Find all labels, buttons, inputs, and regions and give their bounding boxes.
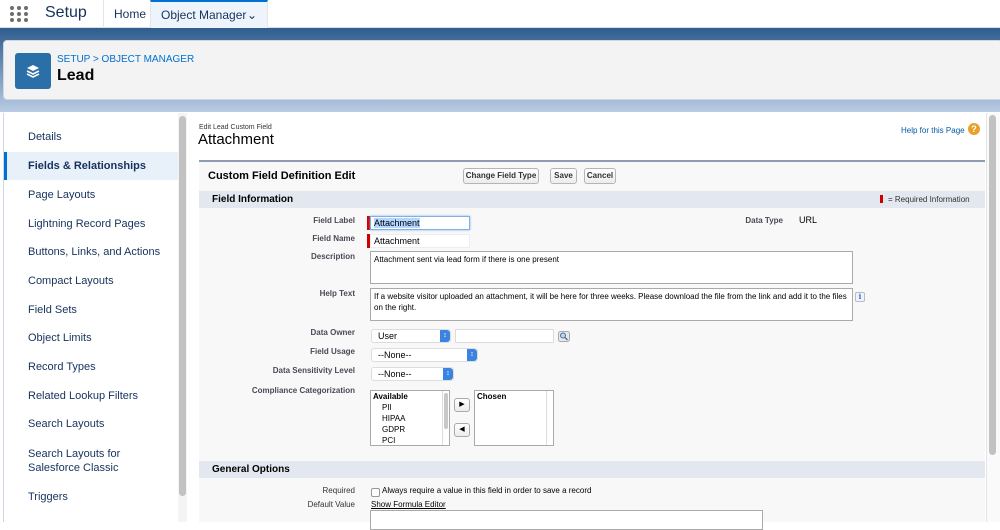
object-title: Lead (57, 67, 95, 84)
sidebar-item-triggers[interactable]: Triggers (4, 483, 178, 511)
sidebar-item-lightning-record-pages[interactable]: Lightning Record Pages (4, 210, 178, 238)
global-header: Setup Home Object Manager ⌄ (0, 0, 1000, 28)
data-owner-select[interactable]: User ↕ (371, 329, 451, 343)
select-arrows-icon: ↕ (440, 330, 450, 342)
app-name: Setup (45, 4, 87, 21)
change-field-type-button[interactable]: Change Field Type (463, 168, 539, 184)
sidebar-item-field-sets[interactable]: Field Sets (4, 296, 178, 324)
sidebar-item-related-lookup-filters[interactable]: Related Lookup Filters (4, 382, 178, 410)
sidebar-item-details[interactable]: Details (4, 123, 178, 151)
default-value-textarea[interactable] (370, 510, 763, 530)
required-checkbox[interactable] (371, 488, 380, 497)
listbox-scrollbar-thumb[interactable] (444, 393, 448, 429)
field-usage-label: Field Usage (310, 347, 355, 356)
info-icon[interactable]: i (855, 292, 865, 302)
available-header: Available (373, 392, 408, 401)
layers-icon (15, 53, 51, 89)
tab-object-manager[interactable]: Object Manager ⌄ (150, 0, 268, 28)
tab-object-manager-label: Object Manager (161, 8, 247, 22)
help-icon[interactable]: ? (968, 123, 980, 135)
remove-arrow-button[interactable]: ◀ (454, 423, 470, 437)
data-sensitivity-value: --None-- (378, 369, 412, 379)
sidebar-item-fields-relationships[interactable]: Fields & Relationships (4, 152, 178, 180)
lookup-search-icon[interactable] (558, 329, 570, 342)
description-textarea[interactable]: Attachment sent via lead form if there i… (370, 251, 853, 284)
sidebar-item-search-layouts[interactable]: Search Layouts (4, 410, 178, 438)
breadcrumb[interactable]: SETUP > OBJECT MANAGER (57, 54, 194, 65)
field-name-input[interactable]: Attachment (370, 234, 470, 248)
data-sensitivity-select[interactable]: --None-- ↕ (371, 367, 454, 381)
add-arrow-button[interactable]: ▶ (454, 398, 470, 412)
select-arrows-icon: ↕ (443, 368, 453, 380)
required-indicator-icon (880, 195, 883, 203)
cancel-button[interactable]: Cancel (584, 168, 616, 184)
data-type-value: URL (799, 215, 818, 225)
sidebar-item-buttons-links-actions[interactable]: Buttons, Links, and Actions (4, 238, 178, 266)
default-value-label: Default Value (307, 500, 355, 509)
field-name-label: Field Name (312, 234, 355, 243)
field-usage-select[interactable]: --None-- ↕ (371, 348, 478, 362)
tab-home[interactable]: Home (103, 0, 156, 28)
field-label-label: Field Label (313, 216, 355, 225)
description-label: Description (310, 252, 355, 261)
help-link[interactable]: Help for this Page (901, 126, 965, 135)
form-title: Custom Field Definition Edit (208, 170, 356, 182)
available-option[interactable]: HIPAA (371, 413, 449, 424)
data-owner-label: Data Owner (310, 328, 355, 337)
available-option[interactable]: PII (371, 402, 449, 413)
available-option[interactable]: GDPR (371, 424, 449, 435)
field-label-value: Attachment (374, 218, 420, 228)
chevron-down-icon[interactable]: ⌄ (247, 2, 257, 28)
field-usage-value: --None-- (378, 350, 412, 360)
field-information-title: Field Information (212, 194, 294, 205)
help-text-label: Help Text (319, 289, 355, 298)
field-label-input[interactable]: Attachment (370, 216, 470, 230)
available-option[interactable]: PCI (371, 435, 449, 446)
data-owner-value: User (378, 331, 398, 341)
compliance-categorization-label: Compliance Categorization (251, 386, 355, 395)
object-sidebar: Details Fields & Relationships Page Layo… (3, 113, 188, 522)
sidebar-item-object-limits[interactable]: Object Limits (4, 324, 178, 352)
show-formula-editor-link[interactable]: Show Formula Editor (371, 500, 446, 509)
sidebar-item-record-types[interactable]: Record Types (4, 353, 178, 381)
field-information-section-header (199, 191, 985, 208)
page-title: Attachment (198, 131, 274, 148)
required-checkbox-text: Always require a value in this field in … (382, 486, 592, 495)
data-sensitivity-label: Data Sensitivity Level (272, 366, 355, 375)
help-text-textarea[interactable]: If a website visitor uploaded an attachm… (370, 288, 853, 321)
general-options-section-header (199, 461, 985, 478)
data-owner-lookup-input[interactable] (455, 329, 554, 343)
page-subtitle: Edit Lead Custom Field (199, 124, 272, 131)
available-listbox[interactable]: Available PII HIPAA GDPR PCI (370, 390, 450, 446)
object-header-card (3, 40, 1000, 100)
required-label: Required (322, 486, 355, 495)
select-arrows-icon: ↕ (467, 349, 477, 361)
data-type-label: Data Type (745, 216, 783, 225)
sidebar-item-page-layouts[interactable]: Page Layouts (4, 181, 178, 209)
required-info-note: = Required Information (888, 195, 970, 204)
chosen-listbox[interactable]: Chosen (474, 390, 554, 446)
general-options-title: General Options (212, 464, 290, 475)
main-scrollbar-thumb[interactable] (989, 115, 996, 455)
sidebar-item-compact-layouts[interactable]: Compact Layouts (4, 267, 178, 295)
chosen-header: Chosen (477, 392, 507, 401)
sidebar-scrollbar-thumb[interactable] (179, 116, 186, 496)
listbox-scrollbar[interactable] (546, 391, 553, 445)
sidebar-item-search-layouts-classic[interactable]: Search Layouts for Salesforce Classic (4, 447, 154, 477)
app-launcher-icon[interactable] (10, 6, 28, 22)
save-button[interactable]: Save (550, 168, 577, 184)
